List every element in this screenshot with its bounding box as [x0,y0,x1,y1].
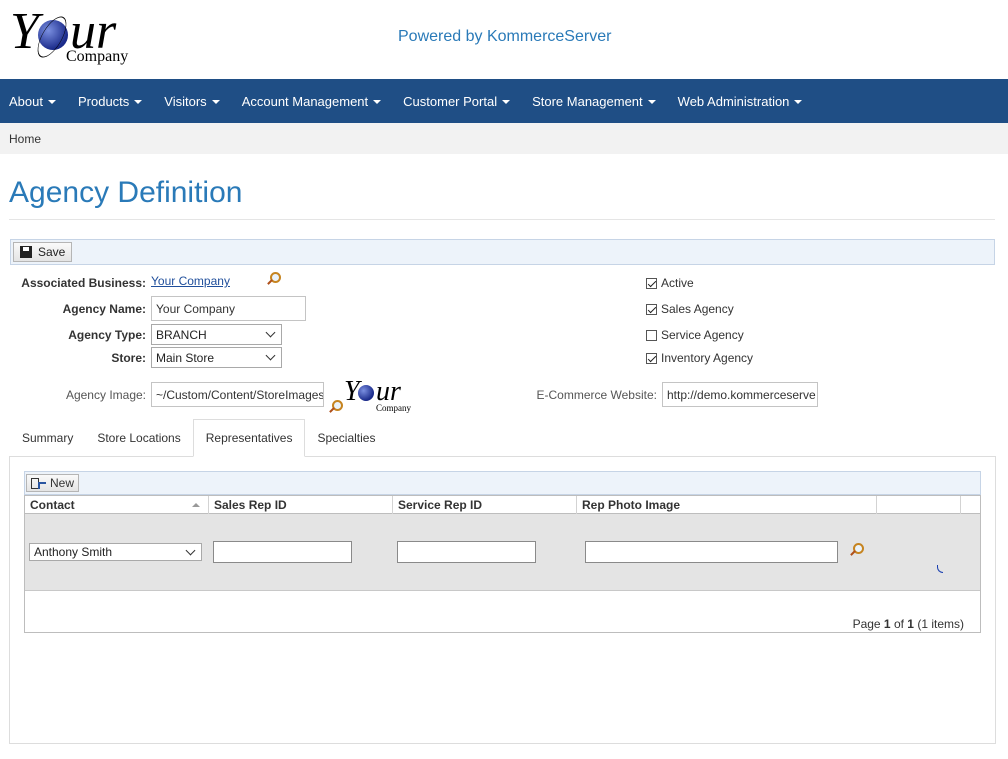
search-icon[interactable] [328,400,343,414]
sales-rep-id-field[interactable] [213,541,352,563]
agency-image-field[interactable]: ~/Custom/Content/StoreImages [151,382,324,407]
nav-store-management[interactable]: Store Management [523,79,669,123]
caret-down-icon [373,100,382,104]
inventory-agency-checkbox-row[interactable]: Inventory Agency [646,351,753,365]
caret-down-icon [502,100,511,104]
page-title: Agency Definition [9,176,243,209]
column-header-service-rep-id[interactable]: Service Rep ID [393,496,577,514]
chevron-down-icon [265,327,276,338]
nav-account-management[interactable]: Account Management [233,79,394,123]
chevron-down-icon [265,350,276,361]
store-label: Store: [111,351,146,365]
search-icon[interactable] [849,543,864,557]
contact-select[interactable]: Anthony Smith [29,543,202,561]
nav-products[interactable]: Products [69,79,155,123]
new-record-icon [31,478,46,489]
chevron-down-icon [185,545,196,555]
column-header-actions [877,496,961,514]
active-checkbox[interactable] [646,277,657,289]
grid-header: Contact Sales Rep ID Service Rep ID Rep … [25,496,980,514]
caret-down-icon [47,100,56,104]
search-icon[interactable] [266,272,281,286]
caret-down-icon [647,100,656,104]
grid-toolbar [24,471,981,495]
nav-visitors[interactable]: Visitors [155,79,232,123]
floppy-disk-icon [20,246,32,258]
service-agency-checkbox-row[interactable]: Service Agency [646,328,744,342]
inventory-agency-checkbox[interactable] [646,352,657,364]
table-row: Anthony Smith [25,514,980,591]
agency-name-field[interactable]: Your Company [151,296,306,321]
ecommerce-website-label: E-Commerce Website: [536,388,657,402]
company-logo: Y ur Company [10,3,129,66]
store-select[interactable]: Main Store [151,347,282,368]
agency-name-label: Agency Name: [62,302,146,316]
column-header-sales-rep-id[interactable]: Sales Rep ID [209,496,393,514]
tab-specialties[interactable]: Specialties [305,419,387,457]
tab-strip: Summary Store Locations Representatives … [10,419,387,457]
powered-by-text: Powered by KommerceServer [398,28,612,45]
undo-icon[interactable] [937,565,943,573]
main-navbar: About Products Visitors Account Manageme… [0,79,1008,123]
ecommerce-website-field[interactable]: http://demo.kommerceserve [662,382,818,407]
pager-summary: Page 1 of 1 (1 items) [852,617,964,631]
service-rep-id-field[interactable] [397,541,536,563]
sort-ascending-icon [192,503,200,507]
service-agency-checkbox[interactable] [646,329,657,341]
column-header-contact[interactable]: Contact [25,496,209,514]
form-toolbar [10,239,995,265]
associated-business-link[interactable]: Your Company [151,274,230,288]
caret-down-icon [794,100,803,104]
nav-customer-portal[interactable]: Customer Portal [394,79,523,123]
breadcrumb [0,123,1008,154]
agency-type-select[interactable]: BRANCH [151,324,282,345]
sales-agency-checkbox[interactable] [646,303,657,315]
associated-business-label: Associated Business: [21,276,146,290]
caret-down-icon [134,100,143,104]
column-header-rep-photo-image[interactable]: Rep Photo Image [577,496,877,514]
sales-agency-checkbox-row[interactable]: Sales Agency [646,302,734,316]
agency-image-label: Agency Image: [65,388,146,402]
tab-representatives[interactable]: Representatives [192,419,306,457]
representatives-grid: Contact Sales Rep ID Service Rep ID Rep … [24,495,981,633]
nav-web-administration[interactable]: Web Administration [669,79,816,123]
agency-image-preview: Yur Company [344,376,411,414]
active-checkbox-row[interactable]: Active [646,276,694,290]
rep-photo-image-field[interactable] [585,541,838,563]
tab-summary[interactable]: Summary [10,419,85,457]
nav-about[interactable]: About [0,79,69,123]
caret-down-icon [211,100,220,104]
tab-store-locations[interactable]: Store Locations [85,419,192,457]
divider [9,219,995,220]
save-button[interactable]: Save [13,242,73,262]
agency-type-label: Agency Type: [68,328,146,342]
new-button[interactable]: New [26,474,80,492]
breadcrumb-home[interactable]: Home [9,132,41,146]
